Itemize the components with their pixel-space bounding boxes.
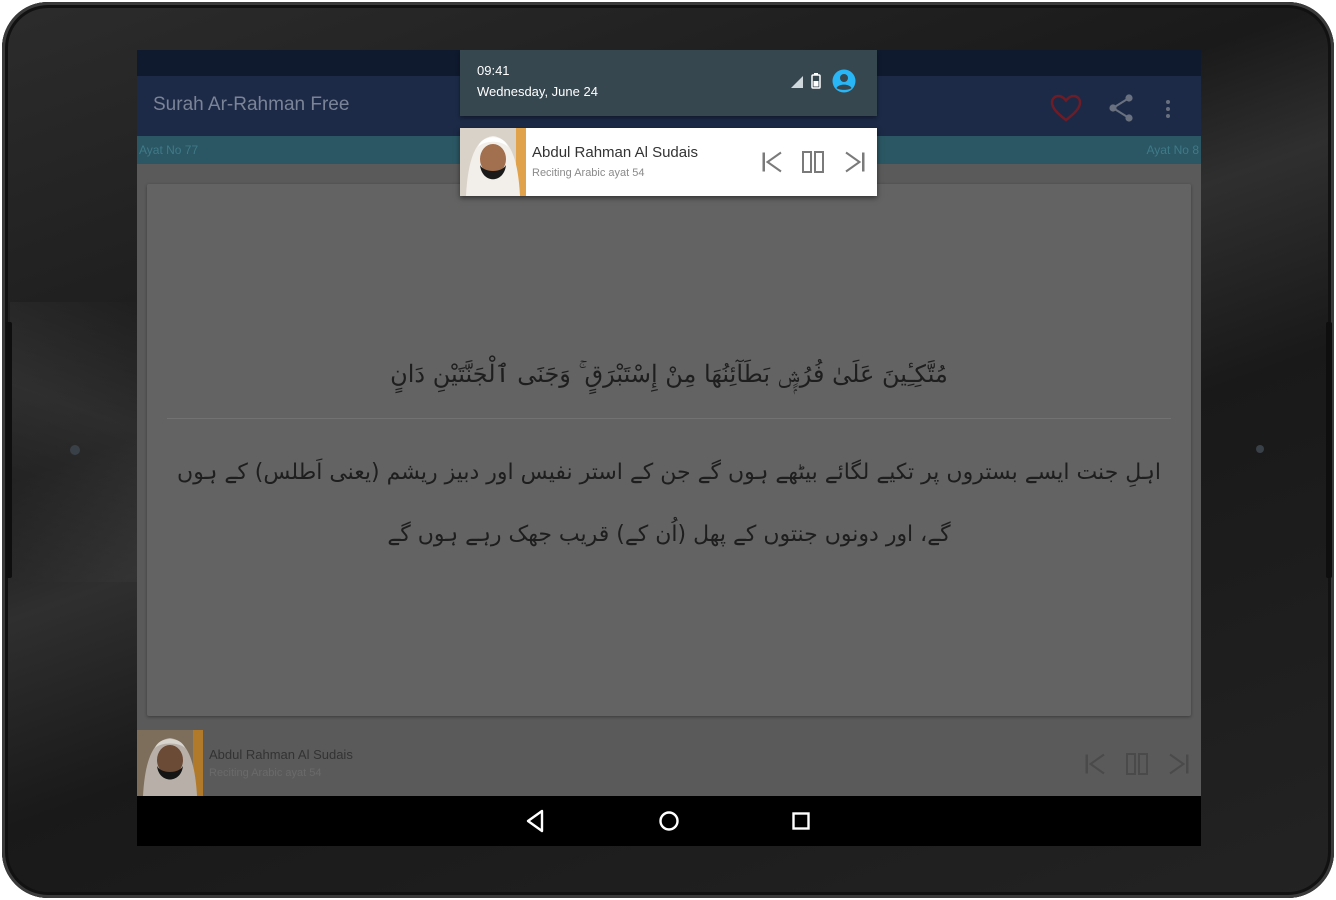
- share-icon[interactable]: [1107, 93, 1135, 123]
- quick-settings-header: 09:41 Wednesday, June 24: [460, 50, 877, 116]
- back-icon[interactable]: [523, 808, 547, 834]
- notification-shade[interactable]: 09:41 Wednesday, June 24 Abdul Rahman Al…: [460, 50, 877, 196]
- recents-icon[interactable]: [789, 808, 813, 834]
- app-title: Surah Ar-Rahman Free: [153, 94, 350, 115]
- side-edge-left: [6, 322, 12, 578]
- pause-icon[interactable]: [1125, 752, 1149, 776]
- account-icon[interactable]: [832, 69, 856, 93]
- player-reciter-name: Abdul Rahman Al Sudais: [209, 747, 353, 762]
- player-bar: Abdul Rahman Al Sudais Reciting Arabic a…: [137, 730, 1201, 796]
- notification-reciter-avatar: [460, 128, 526, 196]
- clock-date: Wednesday, June 24: [477, 84, 598, 99]
- ayat-label-right: Ayat No 8: [1146, 143, 1199, 157]
- signal-icon: [791, 76, 803, 88]
- speaker-dot: [1256, 445, 1264, 453]
- notification-skip-previous-icon[interactable]: [760, 150, 784, 174]
- front-sensor: [70, 445, 80, 455]
- notification-skip-next-icon[interactable]: [843, 150, 867, 174]
- urdu-translation: اہلِ جنت ایسے بستروں پر تکیے لگائے بیٹھے…: [177, 460, 1161, 547]
- side-edge-right: [1326, 322, 1332, 578]
- home-icon[interactable]: [656, 808, 682, 834]
- system-nav-bar: [137, 796, 1201, 846]
- verse-card: مُتَّكِـِٔينَ عَلَىٰ فُرُشٍۭ بَطَآئِنُهَ…: [147, 184, 1191, 716]
- notification-reciter-name: Abdul Rahman Al Sudais: [532, 144, 698, 161]
- clock-time: 09:41: [477, 63, 510, 78]
- ayat-label-left: Ayat No 77: [139, 143, 199, 157]
- skip-next-icon[interactable]: [1167, 752, 1191, 776]
- notification-pause-icon[interactable]: [801, 150, 825, 174]
- heart-icon[interactable]: [1049, 93, 1083, 123]
- verse-divider: [167, 418, 1171, 419]
- player-status: Reciting Arabic ayat 54: [209, 767, 322, 779]
- battery-icon: [811, 73, 821, 89]
- frame-reflection: [10, 302, 150, 582]
- notification-status: Reciting Arabic ayat 54: [532, 167, 645, 179]
- more-vert-icon[interactable]: [1163, 98, 1173, 120]
- tablet-screen: Surah Ar-Rahman Free Ayat No 77 Ayat No …: [137, 50, 1201, 846]
- skip-previous-icon[interactable]: [1083, 752, 1107, 776]
- media-notification[interactable]: Abdul Rahman Al Sudais Reciting Arabic a…: [460, 128, 877, 196]
- reciter-avatar: [137, 730, 203, 796]
- arabic-verse: مُتَّكِـِٔينَ عَلَىٰ فُرُشٍۭ بَطَآئِنُهَ…: [390, 360, 948, 388]
